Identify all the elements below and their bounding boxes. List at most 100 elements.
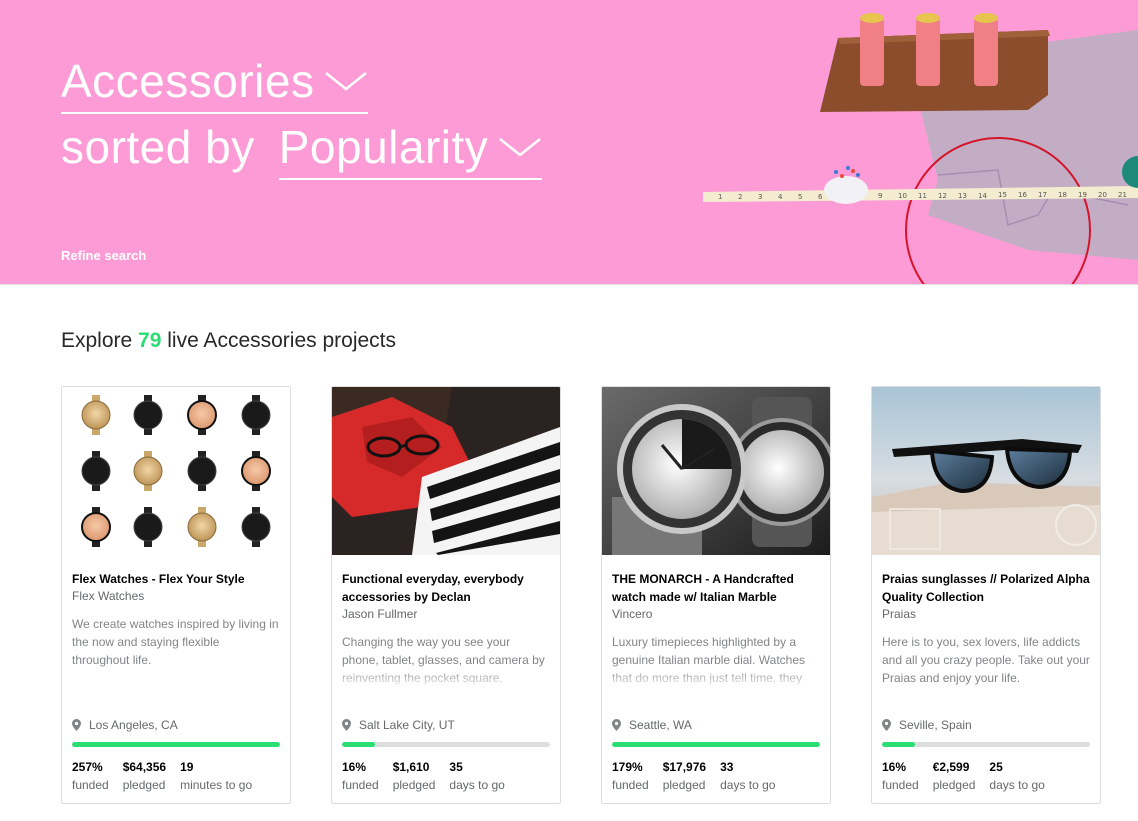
project-card[interactable]: THE MONARCH - A Handcrafted watch made w…: [601, 386, 831, 804]
project-card[interactable]: Praias sunglasses // Polarized Alpha Qua…: [871, 386, 1101, 804]
location-pin-icon: [342, 719, 351, 731]
project-creator[interactable]: Flex Watches: [72, 588, 280, 605]
funded-label: funded: [342, 778, 379, 792]
category-dropdown[interactable]: Accessories: [61, 52, 369, 114]
project-stats: 16% funded $1,610 pledged 35 days to go: [342, 758, 519, 794]
hero-heading: Accessories sorted by Popularity: [61, 52, 543, 180]
time-left-label: days to go: [449, 778, 505, 792]
time-left-label: days to go: [720, 778, 776, 792]
refine-search-link[interactable]: Refine search: [61, 248, 146, 263]
project-location[interactable]: Seville, Spain: [882, 718, 972, 732]
pledged-label: pledged: [932, 778, 976, 792]
project-thumbnail[interactable]: [872, 387, 1100, 555]
hero-banner: 123 456 9 10 11 12 13 14 15 16 17 18 19 20 21 Ac…: [0, 0, 1138, 285]
time-left-stat: 19 minutes to go: [180, 758, 252, 794]
category-label: Accessories: [61, 55, 315, 107]
time-left-value: 25: [989, 760, 1003, 774]
project-card[interactable]: Flex Watches - Flex Your Style Flex Watc…: [61, 386, 291, 804]
project-card[interactable]: Functional everyday, everybody accessori…: [331, 386, 561, 804]
sewing-supplies-image: 123 456 9 10 11 12 13 14 15 16 17 18 19 20 21: [703, 13, 1138, 284]
pledged-stat: $64,356 pledged: [123, 758, 166, 794]
location-label: Seattle, WA: [629, 718, 692, 732]
project-title[interactable]: Flex Watches - Flex Your Style: [72, 570, 280, 588]
location-pin-icon: [612, 719, 621, 731]
project-thumbnail[interactable]: [602, 387, 830, 555]
svg-text:19: 19: [1078, 191, 1087, 199]
time-left-value: 33: [720, 760, 734, 774]
svg-text:4: 4: [778, 193, 783, 201]
explore-suffix: live Accessories projects: [167, 329, 397, 352]
funding-progress-fill: [612, 742, 820, 747]
project-thumbnail[interactable]: [332, 387, 560, 555]
project-blurb: Luxury timepieces highlighted by a genui…: [612, 633, 820, 689]
project-stats: 257% funded $64,356 pledged 19 minutes to g…: [72, 758, 266, 794]
project-title[interactable]: THE MONARCH - A Handcrafted watch made w…: [612, 570, 820, 606]
funded-value: 257%: [72, 760, 103, 774]
funding-progress-fill: [882, 742, 916, 747]
funding-progress-bar: [882, 742, 1090, 747]
pledged-label: pledged: [662, 778, 706, 792]
project-grid: Flex Watches - Flex Your Style Flex Watc…: [61, 386, 1101, 804]
svg-text:20: 20: [1098, 191, 1107, 199]
funding-progress-bar: [342, 742, 550, 747]
svg-text:9: 9: [878, 192, 882, 200]
location-label: Seville, Spain: [899, 718, 972, 732]
funded-value: 16%: [342, 760, 367, 774]
funded-value: 179%: [612, 760, 643, 774]
project-location[interactable]: Los Angeles, CA: [72, 718, 178, 732]
time-left-label: days to go: [989, 778, 1045, 792]
sort-label: Popularity: [278, 121, 489, 173]
svg-text:11: 11: [918, 192, 927, 200]
explore-prefix: Explore: [61, 329, 133, 352]
pledged-stat: $1,610 pledged: [393, 758, 436, 794]
time-left-stat: 25 days to go: [989, 758, 1044, 794]
project-creator[interactable]: Jason Fullmer: [342, 606, 550, 623]
project-title[interactable]: Praias sunglasses // Polarized Alpha Qua…: [882, 570, 1090, 606]
time-left-value: 35: [449, 760, 463, 774]
sort-dropdown[interactable]: Popularity: [278, 118, 543, 180]
funding-progress-fill: [72, 742, 280, 747]
svg-text:13: 13: [958, 192, 967, 200]
pledged-stat: €2,599 pledged: [933, 758, 976, 794]
chevron-down-icon: [325, 72, 368, 91]
project-blurb: We create watches inspired by living in …: [72, 617, 279, 667]
funded-value: 16%: [882, 760, 907, 774]
pledged-value: $1,610: [392, 760, 430, 774]
svg-text:15: 15: [998, 191, 1007, 199]
results-section: Explore 79 live Accessories projects Fle…: [0, 285, 1138, 821]
time-left-value: 19: [180, 760, 194, 774]
pledged-label: pledged: [392, 778, 436, 792]
project-blurb: Here is to you, sex lovers, life addicts…: [882, 635, 1090, 685]
funded-stat: 257% funded: [72, 758, 109, 794]
location-label: Los Angeles, CA: [89, 718, 178, 732]
project-creator[interactable]: Praias: [882, 606, 1090, 623]
funded-stat: 16% funded: [342, 758, 379, 794]
svg-text:16: 16: [1018, 191, 1027, 199]
project-location[interactable]: Salt Lake City, UT: [342, 718, 455, 732]
svg-text:21: 21: [1118, 191, 1127, 199]
project-creator[interactable]: Vincero: [612, 606, 820, 623]
svg-text:2: 2: [738, 193, 742, 201]
svg-text:10: 10: [898, 192, 907, 200]
funded-label: funded: [72, 778, 109, 792]
results-heading: Explore 79 live Accessories projects: [61, 329, 396, 353]
svg-text:17: 17: [1038, 191, 1047, 199]
svg-text:5: 5: [798, 193, 802, 201]
results-count: 79: [138, 329, 162, 352]
location-pin-icon: [72, 719, 81, 731]
pledged-value: €2,599: [932, 760, 970, 774]
project-thumbnail[interactable]: [62, 387, 290, 555]
funded-label: funded: [882, 778, 919, 792]
project-title[interactable]: Functional everyday, everybody accessori…: [342, 570, 550, 606]
funded-stat: 16% funded: [882, 758, 919, 794]
chevron-down-icon: [499, 138, 542, 157]
svg-text:12: 12: [938, 192, 947, 200]
project-location[interactable]: Seattle, WA: [612, 718, 692, 732]
funded-label: funded: [612, 778, 649, 792]
location-label: Salt Lake City, UT: [359, 718, 455, 732]
project-stats: 179% funded $17,976 pledged 33 days to go: [612, 758, 789, 794]
svg-text:1: 1: [718, 193, 722, 201]
pledged-label: pledged: [122, 778, 166, 792]
funding-progress-bar: [72, 742, 280, 747]
time-left-label: minutes to go: [180, 778, 253, 792]
